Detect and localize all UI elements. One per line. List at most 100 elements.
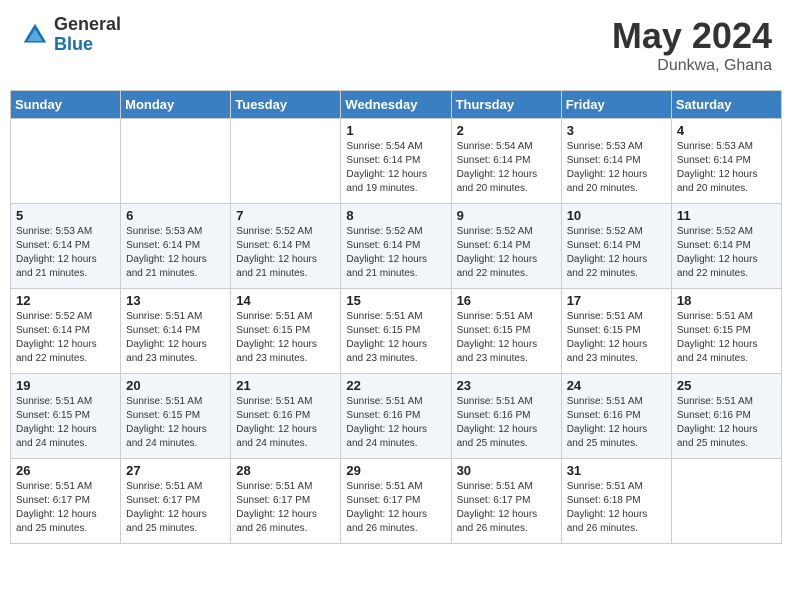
- day-info: Sunrise: 5:51 AM Sunset: 6:17 PM Dayligh…: [236, 480, 335, 536]
- day-info: Sunrise: 5:51 AM Sunset: 6:16 PM Dayligh…: [346, 395, 445, 451]
- calendar-cell: [231, 119, 341, 204]
- calendar-cell: 25 Sunrise: 5:51 AM Sunset: 6:16 PM Dayli…: [671, 374, 781, 459]
- day-info: Sunrise: 5:52 AM Sunset: 6:14 PM Dayligh…: [346, 225, 445, 281]
- day-info: Sunrise: 5:51 AM Sunset: 6:14 PM Dayligh…: [126, 310, 225, 366]
- weekday-header: Saturday: [671, 91, 781, 119]
- calendar-cell: 3 Sunrise: 5:53 AM Sunset: 6:14 PM Daylig…: [561, 119, 671, 204]
- calendar-cell: 24 Sunrise: 5:51 AM Sunset: 6:16 PM Dayli…: [561, 374, 671, 459]
- calendar-week-row: 26 Sunrise: 5:51 AM Sunset: 6:17 PM Dayli…: [11, 459, 782, 544]
- calendar-cell: 10 Sunrise: 5:52 AM Sunset: 6:14 PM Dayli…: [561, 204, 671, 289]
- day-number: 15: [346, 293, 445, 308]
- logo-blue: Blue: [54, 35, 121, 55]
- day-number: 23: [457, 378, 556, 393]
- day-number: 6: [126, 208, 225, 223]
- calendar-week-row: 1 Sunrise: 5:54 AM Sunset: 6:14 PM Daylig…: [11, 119, 782, 204]
- day-number: 22: [346, 378, 445, 393]
- day-number: 2: [457, 123, 556, 138]
- calendar-cell: 29Sunrise: 5:51 AM Sunset: 6:17 PM Dayli…: [341, 459, 451, 544]
- calendar-week-row: 12 Sunrise: 5:52 AM Sunset: 6:14 PM Dayli…: [11, 289, 782, 374]
- day-info: Sunrise: 5:51 AM Sunset: 6:16 PM Dayligh…: [457, 395, 556, 451]
- title-block: May 2024 Dunkwa, Ghana: [612, 15, 772, 75]
- logo-icon: [20, 20, 50, 50]
- day-info: Sunrise: 5:51 AM Sunset: 6:16 PM Dayligh…: [677, 395, 776, 451]
- day-info: Sunrise: 5:52 AM Sunset: 6:14 PM Dayligh…: [16, 310, 115, 366]
- day-info: Sunrise: 5:51 AM Sunset: 6:16 PM Dayligh…: [567, 395, 666, 451]
- day-info: Sunrise: 5:51 AM Sunset: 6:16 PM Dayligh…: [236, 395, 335, 451]
- calendar-week-row: 19Sunrise: 5:51 AM Sunset: 6:15 PM Dayli…: [11, 374, 782, 459]
- calendar-cell: [11, 119, 121, 204]
- day-info: Sunrise: 5:51 AM Sunset: 6:17 PM Dayligh…: [346, 480, 445, 536]
- day-number: 30: [457, 463, 556, 478]
- weekday-header: Sunday: [11, 91, 121, 119]
- weekday-header: Friday: [561, 91, 671, 119]
- day-number: 31: [567, 463, 666, 478]
- day-info: Sunrise: 5:51 AM Sunset: 6:15 PM Dayligh…: [567, 310, 666, 366]
- calendar-cell: 17 Sunrise: 5:51 AM Sunset: 6:15 PM Dayli…: [561, 289, 671, 374]
- day-number: 27: [126, 463, 225, 478]
- day-info: Sunrise: 5:53 AM Sunset: 6:14 PM Dayligh…: [567, 140, 666, 196]
- calendar-cell: 27 Sunrise: 5:51 AM Sunset: 6:17 PM Dayli…: [121, 459, 231, 544]
- main-title: May 2024: [612, 15, 772, 57]
- calendar-week-row: 5 Sunrise: 5:53 AM Sunset: 6:14 PM Daylig…: [11, 204, 782, 289]
- day-info: Sunrise: 5:54 AM Sunset: 6:14 PM Dayligh…: [457, 140, 556, 196]
- weekday-header: Wednesday: [341, 91, 451, 119]
- day-number: 13: [126, 293, 225, 308]
- calendar-cell: [671, 459, 781, 544]
- calendar-cell: 19Sunrise: 5:51 AM Sunset: 6:15 PM Dayli…: [11, 374, 121, 459]
- calendar-cell: 30 Sunrise: 5:51 AM Sunset: 6:17 PM Dayli…: [451, 459, 561, 544]
- day-number: 24: [567, 378, 666, 393]
- day-info: Sunrise: 5:52 AM Sunset: 6:14 PM Dayligh…: [677, 225, 776, 281]
- day-info: Sunrise: 5:54 AM Sunset: 6:14 PM Dayligh…: [346, 140, 445, 196]
- calendar-cell: 31Sunrise: 5:51 AM Sunset: 6:18 PM Dayli…: [561, 459, 671, 544]
- day-number: 8: [346, 208, 445, 223]
- weekday-header: Tuesday: [231, 91, 341, 119]
- calendar-table: SundayMondayTuesdayWednesdayThursdayFrid…: [10, 90, 782, 544]
- calendar-cell: 14Sunrise: 5:51 AM Sunset: 6:15 PM Dayli…: [231, 289, 341, 374]
- day-number: 1: [346, 123, 445, 138]
- weekday-header: Thursday: [451, 91, 561, 119]
- calendar-cell: 2 Sunrise: 5:54 AM Sunset: 6:14 PM Daylig…: [451, 119, 561, 204]
- day-number: 14: [236, 293, 335, 308]
- day-info: Sunrise: 5:51 AM Sunset: 6:15 PM Dayligh…: [16, 395, 115, 451]
- day-number: 17: [567, 293, 666, 308]
- calendar-cell: 15Sunrise: 5:51 AM Sunset: 6:15 PM Dayli…: [341, 289, 451, 374]
- day-info: Sunrise: 5:51 AM Sunset: 6:15 PM Dayligh…: [677, 310, 776, 366]
- day-info: Sunrise: 5:53 AM Sunset: 6:14 PM Dayligh…: [16, 225, 115, 281]
- calendar-cell: 22 Sunrise: 5:51 AM Sunset: 6:16 PM Dayli…: [341, 374, 451, 459]
- logo-text: General Blue: [54, 15, 121, 55]
- calendar-cell: 1 Sunrise: 5:54 AM Sunset: 6:14 PM Daylig…: [341, 119, 451, 204]
- day-number: 28: [236, 463, 335, 478]
- calendar-cell: 11Sunrise: 5:52 AM Sunset: 6:14 PM Dayli…: [671, 204, 781, 289]
- day-info: Sunrise: 5:52 AM Sunset: 6:14 PM Dayligh…: [457, 225, 556, 281]
- page-header: General Blue May 2024 Dunkwa, Ghana: [10, 10, 782, 80]
- day-number: 3: [567, 123, 666, 138]
- day-info: Sunrise: 5:51 AM Sunset: 6:15 PM Dayligh…: [457, 310, 556, 366]
- calendar-cell: 26Sunrise: 5:51 AM Sunset: 6:17 PM Dayli…: [11, 459, 121, 544]
- logo-general: General: [54, 15, 121, 35]
- day-number: 25: [677, 378, 776, 393]
- day-info: Sunrise: 5:52 AM Sunset: 6:14 PM Dayligh…: [236, 225, 335, 281]
- day-info: Sunrise: 5:52 AM Sunset: 6:14 PM Dayligh…: [567, 225, 666, 281]
- day-number: 9: [457, 208, 556, 223]
- day-number: 21: [236, 378, 335, 393]
- calendar-cell: 12 Sunrise: 5:52 AM Sunset: 6:14 PM Dayli…: [11, 289, 121, 374]
- day-number: 7: [236, 208, 335, 223]
- location-subtitle: Dunkwa, Ghana: [612, 57, 772, 75]
- day-info: Sunrise: 5:51 AM Sunset: 6:17 PM Dayligh…: [457, 480, 556, 536]
- calendar-cell: 8 Sunrise: 5:52 AM Sunset: 6:14 PM Daylig…: [341, 204, 451, 289]
- day-number: 12: [16, 293, 115, 308]
- day-number: 10: [567, 208, 666, 223]
- day-number: 4: [677, 123, 776, 138]
- calendar-cell: 20Sunrise: 5:51 AM Sunset: 6:15 PM Dayli…: [121, 374, 231, 459]
- day-number: 16: [457, 293, 556, 308]
- calendar-header-row: SundayMondayTuesdayWednesdayThursdayFrid…: [11, 91, 782, 119]
- calendar-cell: 13 Sunrise: 5:51 AM Sunset: 6:14 PM Dayli…: [121, 289, 231, 374]
- day-info: Sunrise: 5:53 AM Sunset: 6:14 PM Dayligh…: [126, 225, 225, 281]
- day-number: 26: [16, 463, 115, 478]
- calendar-cell: 28 Sunrise: 5:51 AM Sunset: 6:17 PM Dayli…: [231, 459, 341, 544]
- calendar-cell: 9 Sunrise: 5:52 AM Sunset: 6:14 PM Daylig…: [451, 204, 561, 289]
- calendar-cell: [121, 119, 231, 204]
- day-number: 18: [677, 293, 776, 308]
- day-number: 5: [16, 208, 115, 223]
- day-info: Sunrise: 5:51 AM Sunset: 6:17 PM Dayligh…: [126, 480, 225, 536]
